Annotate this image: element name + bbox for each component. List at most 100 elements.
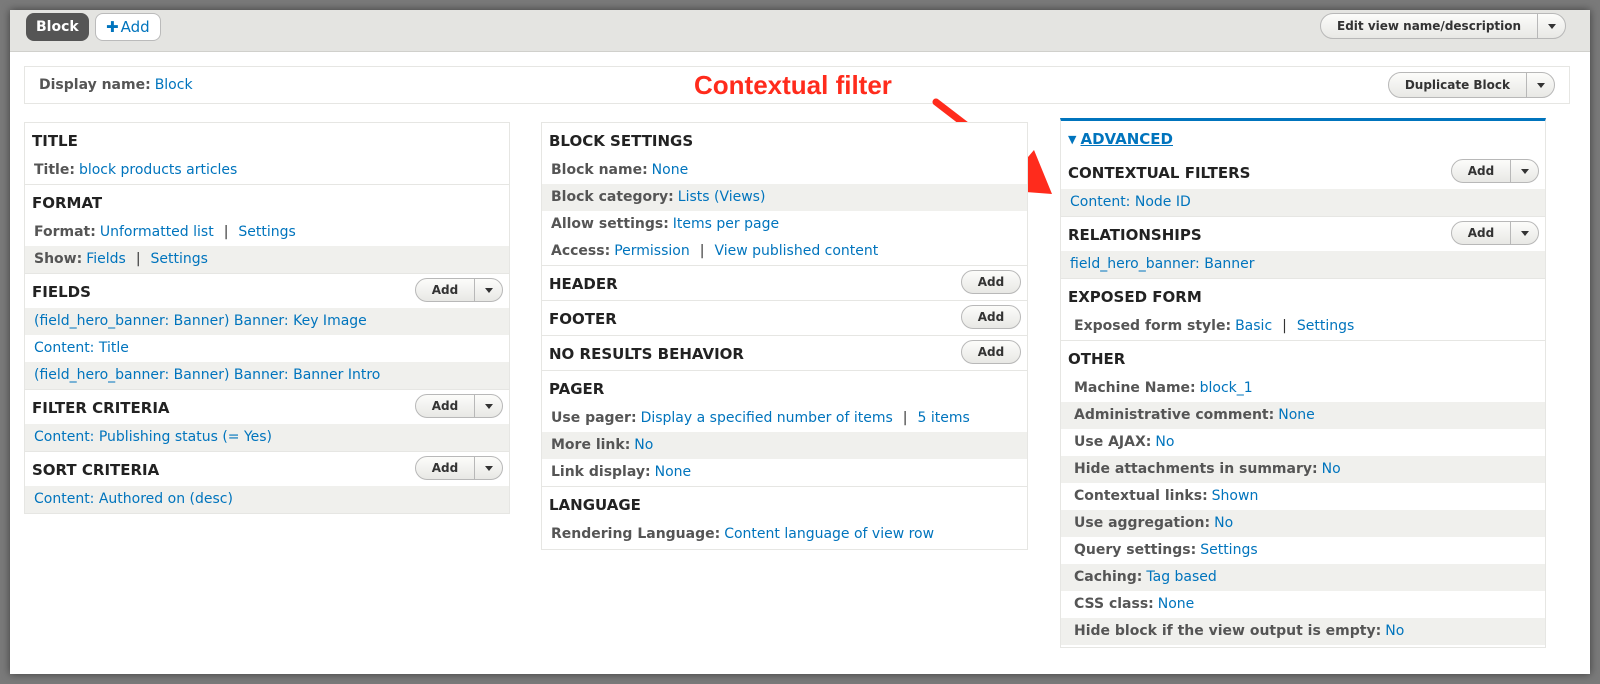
add-button[interactable]: Add xyxy=(416,279,474,301)
section-heading: BLOCK SETTINGS xyxy=(549,132,694,150)
field-item[interactable]: (field_hero_banner: Banner) Banner: Bann… xyxy=(25,362,509,389)
sort-item[interactable]: Content: Authored on (desc) xyxy=(25,486,509,513)
use-pager-link[interactable]: Display a specified number of items xyxy=(641,410,893,426)
show-link[interactable]: Fields xyxy=(86,251,126,267)
other-value-link[interactable]: None xyxy=(1158,596,1195,612)
link-display-label: Link display: xyxy=(551,464,651,480)
field-item[interactable]: (field_hero_banner: Banner) Banner: Key … xyxy=(25,308,509,335)
contextual-add-dropbutton[interactable]: Add xyxy=(1451,159,1539,183)
other-value-link[interactable]: No xyxy=(1385,623,1404,639)
header-add-button[interactable]: Add xyxy=(961,270,1021,294)
rendering-language-link[interactable]: Content language of view row xyxy=(724,526,934,542)
other-row: CSS class: None xyxy=(1061,591,1545,618)
relationships-add-dropbutton[interactable]: Add xyxy=(1451,221,1539,245)
add-display-button[interactable]: ✚ Add xyxy=(95,13,161,41)
add-display-label: Add xyxy=(120,18,150,36)
separator: | xyxy=(223,224,229,240)
other-value-link[interactable]: Tag based xyxy=(1146,569,1216,585)
section-heading: FOOTER xyxy=(549,310,617,328)
add-button[interactable]: Add xyxy=(962,306,1020,328)
title-row: Title: block products articles xyxy=(25,157,509,184)
other-value-link[interactable]: block_1 xyxy=(1200,380,1253,396)
annotation-label: Contextual filter xyxy=(694,70,892,100)
footer-add-button[interactable]: Add xyxy=(961,305,1021,329)
section-language: LANGUAGE Rendering Language: Content lang… xyxy=(542,487,1027,548)
pager-items-link[interactable]: 5 items xyxy=(917,410,969,426)
other-label: Use AJAX: xyxy=(1074,434,1152,450)
other-row: Hide attachments in summary: No xyxy=(1061,456,1545,483)
contextual-filter-item[interactable]: Content: Node ID xyxy=(1061,189,1545,216)
section-no-results: NO RESULTS BEHAVIOR Add xyxy=(542,336,1027,371)
separator: | xyxy=(699,243,705,259)
filter-item[interactable]: Content: Publishing status (= Yes) xyxy=(25,424,509,451)
add-toggle[interactable] xyxy=(1510,222,1538,244)
add-button[interactable]: Add xyxy=(1452,222,1510,244)
add-button[interactable]: Add xyxy=(416,457,474,479)
format-settings-link[interactable]: Settings xyxy=(238,224,295,240)
other-value-link[interactable]: Settings xyxy=(1200,542,1257,558)
duplicate-block-button[interactable]: Duplicate Block xyxy=(1389,73,1526,97)
more-link-link[interactable]: No xyxy=(634,437,653,453)
other-label: Contextual links: xyxy=(1074,488,1208,504)
add-toggle[interactable] xyxy=(474,457,502,479)
other-row: Contextual links: Shown xyxy=(1061,483,1545,510)
other-row: Use AJAX: No xyxy=(1061,429,1545,456)
block-category-row: Block category: Lists (Views) xyxy=(542,184,1027,211)
other-value-link[interactable]: No xyxy=(1214,515,1233,531)
no-results-add-button[interactable]: Add xyxy=(961,340,1021,364)
other-value-link[interactable]: No xyxy=(1155,434,1174,450)
other-label: Machine Name: xyxy=(1074,380,1196,396)
exposed-form-settings-link[interactable]: Settings xyxy=(1297,318,1354,334)
section-heading: PAGER xyxy=(549,380,605,398)
other-label: Use aggregation: xyxy=(1074,515,1211,531)
title-link[interactable]: block products articles xyxy=(79,162,237,178)
allow-settings-row: Allow settings: Items per page xyxy=(542,211,1027,238)
allow-settings-label: Allow settings: xyxy=(551,216,669,232)
format-link[interactable]: Unformatted list xyxy=(100,224,214,240)
add-toggle[interactable] xyxy=(474,279,502,301)
edit-view-dropbutton[interactable]: Edit view name/description xyxy=(1320,13,1567,39)
block-name-label: Block name: xyxy=(551,162,648,178)
display-tabs-bar: Block ✚ Add Edit view name/description xyxy=(10,10,1590,52)
section-filter-criteria: FILTER CRITERIA Add Content: Publishing … xyxy=(25,390,509,452)
add-button[interactable]: Add xyxy=(962,341,1020,363)
add-toggle[interactable] xyxy=(1510,160,1538,182)
section-heading: OTHER xyxy=(1068,350,1126,368)
block-category-link[interactable]: Lists (Views) xyxy=(678,189,766,205)
sort-add-dropbutton[interactable]: Add xyxy=(415,456,503,480)
add-button[interactable]: Add xyxy=(962,271,1020,293)
other-value-link[interactable]: None xyxy=(1278,407,1315,423)
block-name-link[interactable]: None xyxy=(652,162,689,178)
link-display-link[interactable]: None xyxy=(655,464,692,480)
advanced-toggle[interactable]: ▼ ADVANCED xyxy=(1061,121,1545,155)
add-button[interactable]: Add xyxy=(416,395,474,417)
other-label: Hide block if the view output is empty: xyxy=(1074,623,1382,639)
add-toggle[interactable] xyxy=(474,395,502,417)
display-name-link[interactable]: Block xyxy=(155,77,193,93)
display-tab-block[interactable]: Block xyxy=(26,13,89,41)
duplicate-toggle[interactable] xyxy=(1526,73,1554,97)
section-heading: NO RESULTS BEHAVIOR xyxy=(549,345,744,363)
edit-view-name-button[interactable]: Edit view name/description xyxy=(1321,14,1537,38)
field-item[interactable]: Content: Title xyxy=(25,335,509,362)
allow-settings-link[interactable]: Items per page xyxy=(673,216,779,232)
exposed-form-row: Exposed form style: Basic | Settings xyxy=(1061,313,1545,340)
filter-add-dropbutton[interactable]: Add xyxy=(415,394,503,418)
other-value-link[interactable]: No xyxy=(1322,461,1341,477)
other-value-link[interactable]: Shown xyxy=(1212,488,1259,504)
format-label: Format: xyxy=(34,224,96,240)
access-row: Access: Permission | View published content xyxy=(542,238,1027,265)
exposed-form-link[interactable]: Basic xyxy=(1235,318,1272,334)
relationship-item[interactable]: field_hero_banner: Banner xyxy=(1061,251,1545,278)
access-settings-link[interactable]: View published content xyxy=(714,243,878,259)
show-settings-link[interactable]: Settings xyxy=(151,251,208,267)
add-button[interactable]: Add xyxy=(1452,160,1510,182)
access-link[interactable]: Permission xyxy=(614,243,690,259)
section-exposed-form: EXPOSED FORM Exposed form style: Basic | Se… xyxy=(1061,279,1545,341)
rendering-language-row: Rendering Language: Content language of v… xyxy=(542,521,1027,548)
more-link-row: More link: No xyxy=(542,432,1027,459)
edit-view-toggle[interactable] xyxy=(1537,14,1565,38)
fields-add-dropbutton[interactable]: Add xyxy=(415,278,503,302)
section-heading: HEADER xyxy=(549,275,618,293)
duplicate-dropbutton[interactable]: Duplicate Block xyxy=(1387,72,1555,98)
